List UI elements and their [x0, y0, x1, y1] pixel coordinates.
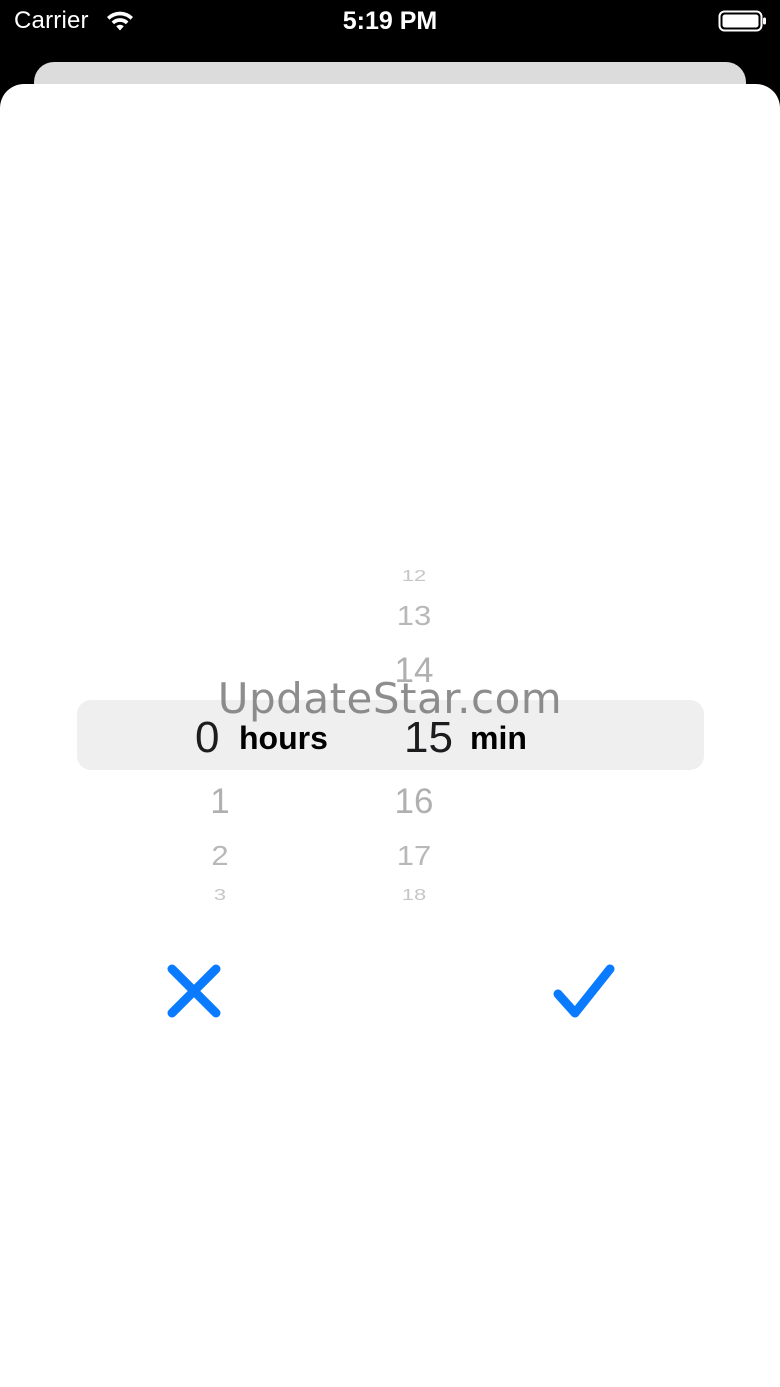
close-icon: [167, 964, 221, 1018]
checkmark-icon: [553, 964, 615, 1018]
status-bar: Carrier 5:19 PM: [0, 0, 780, 44]
confirm-button[interactable]: [544, 951, 624, 1031]
minute-option[interactable]: 16: [379, 784, 449, 819]
hour-option[interactable]: 3: [195, 887, 245, 902]
minute-option[interactable]: 17: [379, 842, 449, 870]
minute-option[interactable]: 18: [384, 887, 444, 902]
minute-option[interactable]: 13: [379, 602, 449, 630]
status-time: 5:19 PM: [342, 7, 438, 35]
duration-picker[interactable]: 12 13 14 0 hours 15 min 1 2 3 16 17 18: [0, 548, 780, 920]
hour-option[interactable]: 1: [190, 784, 250, 819]
screen: Carrier 5:19 PM 12 13 14 0 hours 15 min …: [0, 0, 780, 1387]
cancel-button[interactable]: [154, 951, 234, 1031]
picker-selection-highlight: [77, 700, 704, 770]
minute-option[interactable]: 12: [384, 568, 444, 583]
battery-full-icon: [718, 10, 766, 32]
hours-unit-label: hours: [239, 720, 328, 756]
selected-hours-value[interactable]: 0: [195, 716, 219, 760]
minute-option[interactable]: 14: [379, 653, 449, 688]
hour-option[interactable]: 2: [190, 842, 250, 870]
minutes-unit-label: min: [470, 720, 527, 756]
selected-minutes-value[interactable]: 15: [404, 716, 453, 760]
